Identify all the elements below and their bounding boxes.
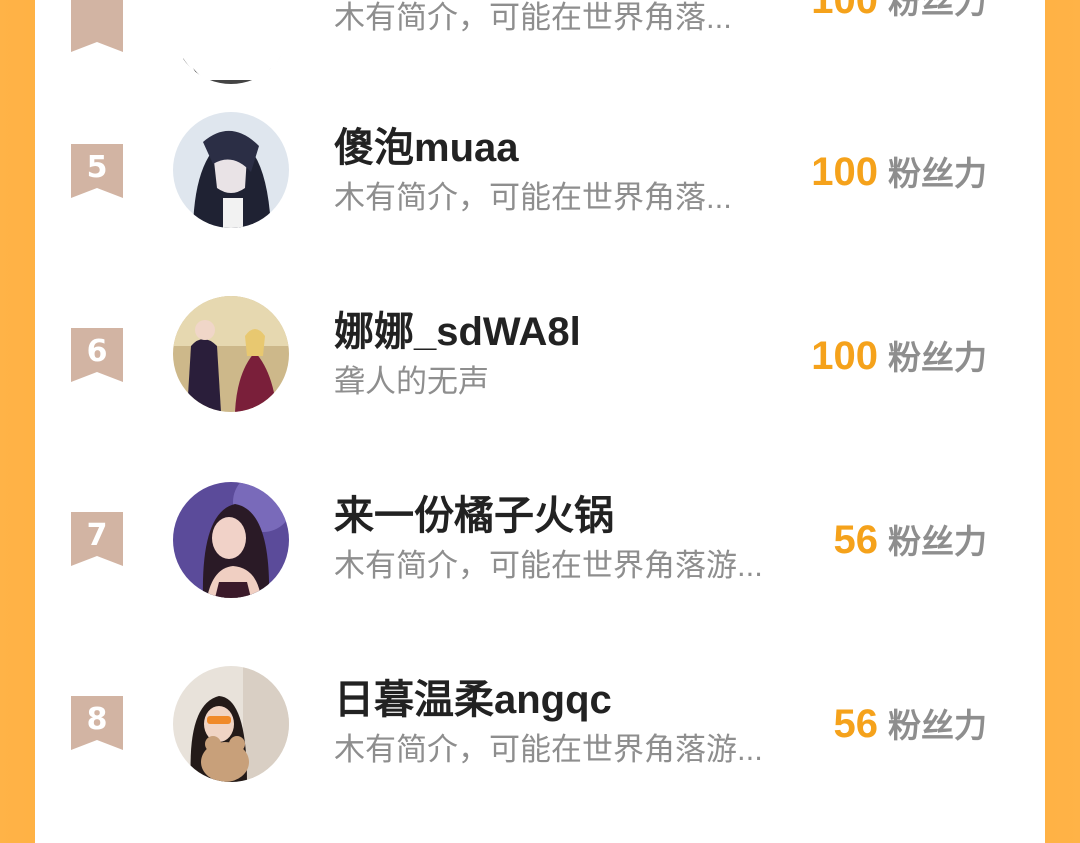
score-label: 粉丝力 — [888, 707, 987, 744]
list-item[interactable]: 7 来一份橘子火锅 木有简介，可能在世界角落游... 56 粉丝力 — [35, 474, 1045, 658]
avatar[interactable] — [173, 482, 289, 598]
rank-number: 5 — [86, 150, 108, 185]
user-name[interactable]: 来一份橘子火锅 — [334, 492, 614, 540]
rank-badge: 7 — [71, 512, 123, 566]
rank-badge: 8 — [71, 696, 123, 750]
ranking-card: 木有简介，可能在世界角落... 100 粉丝力 5 傻泡muaa 木有简介，可能在… — [35, 0, 1045, 843]
score-value: 100 — [811, 0, 878, 22]
score-label: 粉丝力 — [888, 155, 987, 192]
user-bio: 聋人的无声 — [334, 364, 489, 399]
rank-number: 6 — [86, 334, 108, 369]
score-label: 粉丝力 — [888, 339, 987, 376]
avatar[interactable] — [173, 112, 289, 228]
rank-number: 8 — [86, 702, 108, 737]
rank-number: 7 — [86, 518, 108, 553]
fan-power-score: 56 粉丝力 — [834, 516, 988, 573]
fan-power-score: 100 粉丝力 — [811, 148, 987, 205]
fan-power-score: 56 粉丝力 — [834, 700, 988, 757]
score-label: 粉丝力 — [888, 0, 987, 20]
user-name[interactable]: 娜娜_sdWA8l — [334, 308, 581, 356]
score-value: 56 — [833, 702, 879, 746]
user-bio: 木有简介，可能在世界角落... — [334, 0, 732, 35]
list-item[interactable]: 6 娜娜_sdWA8l 聋人的无声 100 粉丝力 — [35, 290, 1045, 474]
user-name[interactable]: 日暮温柔angqc — [334, 676, 612, 724]
avatar[interactable] — [173, 296, 289, 412]
rank-badge: 6 — [71, 328, 123, 382]
fan-power-score: 100 粉丝力 — [811, 332, 987, 389]
user-name[interactable]: 傻泡muaa — [334, 124, 519, 172]
fan-power-score: 100 粉丝力 — [811, 0, 987, 33]
user-bio: 木有简介，可能在世界角落游... — [334, 548, 763, 583]
score-value: 100 — [811, 150, 878, 194]
avatar[interactable] — [173, 0, 289, 84]
score-label: 粉丝力 — [888, 523, 987, 560]
score-value: 56 — [833, 518, 879, 562]
score-value: 100 — [811, 334, 878, 378]
rank-badge — [71, 0, 123, 52]
user-bio: 木有简介，可能在世界角落... — [334, 180, 732, 215]
list-item[interactable]: 8 日暮温柔angqc 木有简介，可能在世界角落游... 56 粉丝力 — [35, 658, 1045, 842]
user-bio: 木有简介，可能在世界角落游... — [334, 732, 763, 767]
avatar[interactable] — [173, 666, 289, 782]
list-item[interactable]: 5 傻泡muaa 木有简介，可能在世界角落... 100 粉丝力 — [35, 106, 1045, 290]
list-item[interactable]: 木有简介，可能在世界角落... 100 粉丝力 — [35, 0, 1045, 84]
rank-badge: 5 — [71, 144, 123, 198]
